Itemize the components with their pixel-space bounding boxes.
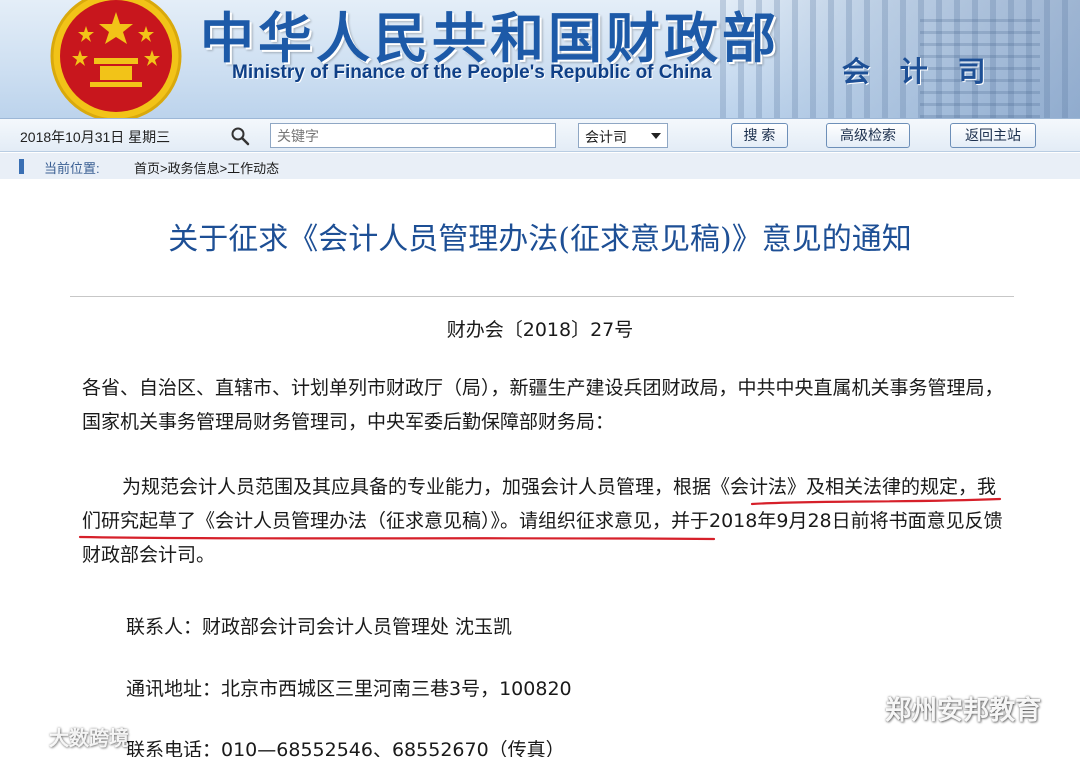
contact-phone: 联系电话：010—68552546、68552670（传真） xyxy=(126,739,565,757)
keyword-search-input[interactable] xyxy=(270,123,556,148)
advanced-search-button[interactable]: 高级检索 xyxy=(826,123,910,148)
return-home-button[interactable]: 返回主站 xyxy=(950,123,1036,148)
search-scope-value: 会计司 xyxy=(585,129,627,145)
body-paragraph: 为规范会计人员范围及其应具备的专业能力，加强会计人员管理，根据《会计法》及相关法… xyxy=(82,476,1003,566)
search-icon xyxy=(231,127,250,146)
title-divider xyxy=(70,296,1014,297)
search-button[interactable]: 搜 索 xyxy=(731,123,788,148)
breadcrumb-marker xyxy=(19,159,24,174)
breadcrumb: 当前位置: 首页>政务信息>工作动态 xyxy=(0,153,1080,179)
brand-logo-icon xyxy=(9,730,39,746)
watermark-right: 郑州安邦教育 xyxy=(836,690,1041,727)
site-title-en: Ministry of Finance of the People's Repu… xyxy=(232,62,712,83)
current-date: 2018年10月31日 星期三 xyxy=(20,129,171,145)
watermark-left-text: 大数跨境 xyxy=(48,726,129,750)
national-emblem-icon xyxy=(50,0,182,118)
article-title: 关于征求《会计人员管理办法(征求意见稿)》意见的通知 xyxy=(168,222,912,257)
wechat-icon xyxy=(837,696,875,724)
breadcrumb-label: 当前位置: xyxy=(44,161,100,176)
site-banner: 中华人民共和国财政部 Ministry of Finance of the Pe… xyxy=(0,0,1080,118)
chevron-down-icon xyxy=(651,133,661,139)
recipients-paragraph: 各省、自治区、直辖市、计划单列市财政厅（局），新疆生产建设兵团财政局，中共中央直… xyxy=(82,377,1004,433)
watermark-right-text: 郑州安邦教育 xyxy=(885,696,1042,726)
document-number: 财办会〔2018〕27号 xyxy=(446,319,634,341)
department-name: 会 计 司 xyxy=(842,55,996,88)
contact-person: 联系人：财政部会计司会计人员管理处 沈玉凯 xyxy=(126,616,513,638)
search-toolbar: 2018年10月31日 星期三 会计司 搜 索 高级检索 返回主站 xyxy=(0,118,1080,152)
watermark-left: 大数跨境 xyxy=(8,722,129,751)
search-scope-select[interactable]: 会计司 xyxy=(578,123,668,148)
breadcrumb-path[interactable]: 首页>政务信息>工作动态 xyxy=(134,158,279,177)
